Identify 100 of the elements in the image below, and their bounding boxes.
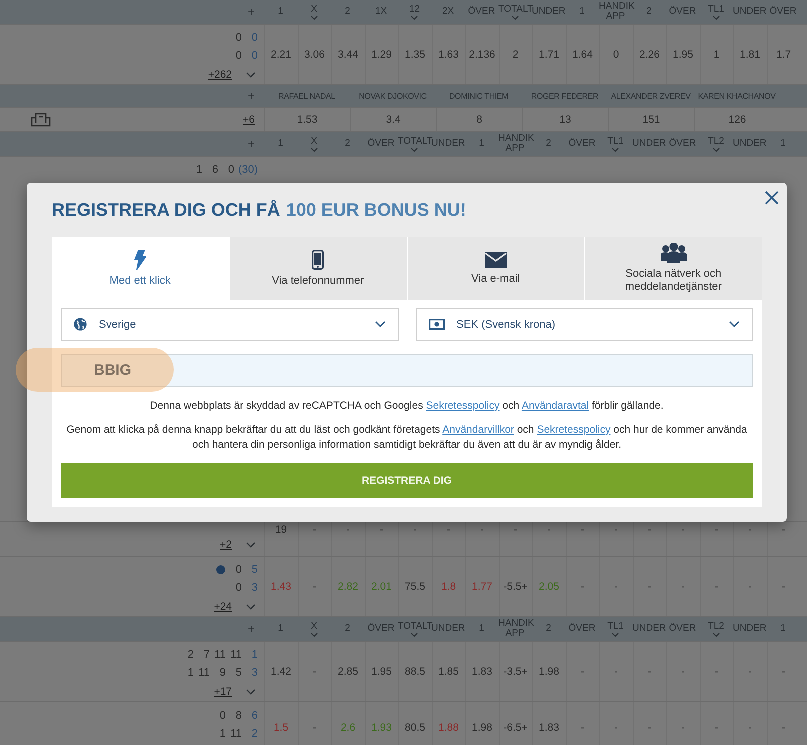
odds-cell[interactable]: 1.7: [766, 25, 800, 84]
odds-cell[interactable]: 3.44: [331, 25, 364, 84]
more-markets-link[interactable]: +262: [208, 68, 232, 80]
odds-cell[interactable]: 1.77: [465, 557, 498, 616]
odds-cell[interactable]: 2.21: [264, 25, 298, 84]
odds-cell[interactable]: -: [632, 702, 666, 745]
odds-cell[interactable]: -: [766, 702, 800, 745]
odds-cell[interactable]: 1.98: [465, 702, 498, 745]
odds-cell[interactable]: -: [298, 642, 331, 701]
odds-cell[interactable]: -: [566, 557, 599, 616]
caret-icon[interactable]: [712, 16, 720, 20]
odds-cell[interactable]: 0: [599, 25, 632, 84]
expand-button[interactable]: +: [248, 622, 255, 636]
caret-icon[interactable]: [411, 632, 418, 636]
odds-cell[interactable]: 151: [608, 108, 694, 131]
chevron-down-icon[interactable]: [246, 72, 256, 78]
odds-cell[interactable]: 126: [694, 108, 780, 131]
caret-icon[interactable]: [411, 148, 418, 152]
country-select[interactable]: Sverige: [61, 308, 398, 341]
odds-cell[interactable]: -: [632, 642, 666, 701]
odds-cell[interactable]: 88.5: [398, 642, 432, 701]
odds-cell[interactable]: 1.81: [733, 25, 766, 84]
odds-cell[interactable]: 1.95: [364, 642, 398, 701]
expand-button[interactable]: +: [248, 137, 255, 151]
odds-cell[interactable]: 1.98: [532, 642, 566, 701]
odds-cell[interactable]: -: [700, 702, 733, 745]
close-icon[interactable]: [765, 191, 779, 205]
odds-cell[interactable]: -: [298, 702, 331, 745]
odds-cell[interactable]: 1.85: [432, 642, 465, 701]
odds-cell[interactable]: 1.8: [432, 557, 465, 616]
odds-cell[interactable]: 1.63: [432, 25, 465, 84]
odds-cell[interactable]: 1.5: [264, 702, 298, 745]
caret-icon[interactable]: [712, 632, 720, 636]
more-markets-link[interactable]: +2: [220, 539, 232, 551]
odds-cell[interactable]: -: [666, 642, 700, 701]
odds-cell[interactable]: 13: [522, 108, 608, 131]
odds-cell[interactable]: 2.26: [632, 25, 666, 84]
link[interactable]: Användaravtal: [522, 400, 590, 412]
caret-icon[interactable]: [612, 632, 620, 636]
promo-code-field[interactable]: BBIG: [61, 354, 753, 387]
caret-icon[interactable]: [411, 16, 418, 20]
odds-cell[interactable]: 3.4: [350, 108, 436, 131]
odds-cell[interactable]: -: [599, 702, 632, 745]
odds-cell[interactable]: 1.71: [532, 25, 566, 84]
odds-cell[interactable]: -: [566, 642, 599, 701]
more-markets-link[interactable]: +17: [214, 686, 232, 698]
odds-cell[interactable]: 1.95: [666, 25, 700, 84]
odds-cell[interactable]: 1.53: [264, 108, 350, 131]
link[interactable]: Sekretesspolicy: [537, 424, 611, 436]
odds-cell[interactable]: 1.64: [566, 25, 599, 84]
odds-cell[interactable]: -: [766, 642, 800, 701]
expand-button[interactable]: +: [248, 89, 255, 103]
odds-cell[interactable]: 1.42: [264, 642, 298, 701]
odds-cell[interactable]: 2: [498, 25, 532, 84]
odds-cell[interactable]: 1.35: [398, 25, 432, 84]
odds-cell[interactable]: -: [733, 557, 766, 616]
odds-cell[interactable]: 80.5: [398, 702, 432, 745]
odds-cell[interactable]: -: [766, 557, 800, 616]
link[interactable]: Sekretesspolicy: [426, 400, 500, 412]
odds-cell[interactable]: -: [566, 702, 599, 745]
odds-cell[interactable]: -: [733, 642, 766, 701]
tab[interactable]: Via e-mail: [406, 237, 584, 300]
odds-cell[interactable]: 1.83: [465, 642, 498, 701]
odds-cell[interactable]: -: [298, 557, 331, 616]
caret-icon[interactable]: [712, 148, 720, 152]
odds-cell[interactable]: 1.83: [532, 702, 566, 745]
odds-cell[interactable]: 1.29: [364, 25, 398, 84]
odds-cell[interactable]: -: [666, 557, 700, 616]
odds-cell[interactable]: 8: [436, 108, 522, 131]
chevron-down-icon[interactable]: [246, 688, 256, 694]
odds-cell[interactable]: 1.43: [264, 557, 298, 616]
odds-cell[interactable]: -: [733, 702, 766, 745]
caret-icon[interactable]: [310, 148, 318, 152]
caret-icon[interactable]: [310, 16, 318, 20]
caret-icon[interactable]: [310, 632, 318, 636]
odds-cell[interactable]: 1: [700, 25, 733, 84]
tab[interactable]: Sociala nätverk och meddelandetjänster: [584, 237, 762, 300]
odds-cell[interactable]: -: [599, 642, 632, 701]
odds-cell[interactable]: 2.85: [331, 642, 364, 701]
register-button[interactable]: REGISTRERA DIG: [61, 463, 753, 498]
odds-cell[interactable]: -6.5+: [498, 702, 532, 745]
chevron-down-icon[interactable]: [246, 604, 256, 610]
odds-cell[interactable]: -: [700, 642, 733, 701]
odds-cell[interactable]: 75.5: [398, 557, 432, 616]
caret-icon[interactable]: [612, 148, 620, 152]
currency-select[interactable]: SEK (Svensk krona): [416, 308, 753, 341]
odds-cell[interactable]: 1.88: [432, 702, 465, 745]
odds-cell[interactable]: -: [700, 557, 733, 616]
link[interactable]: Användarvillkor: [442, 424, 514, 436]
odds-cell[interactable]: -: [632, 557, 666, 616]
odds-cell[interactable]: -: [666, 702, 700, 745]
more-markets-link[interactable]: +24: [214, 600, 232, 612]
expand-button[interactable]: +: [248, 5, 255, 19]
odds-cell[interactable]: -: [599, 557, 632, 616]
odds-cell[interactable]: -3.5+: [498, 642, 532, 701]
chevron-down-icon[interactable]: [246, 542, 256, 548]
odds-cell[interactable]: 2.136: [465, 25, 498, 84]
caret-icon[interactable]: [512, 16, 519, 20]
odds-cell[interactable]: 3.06: [298, 25, 331, 84]
more-markets-link[interactable]: +6: [243, 114, 255, 126]
